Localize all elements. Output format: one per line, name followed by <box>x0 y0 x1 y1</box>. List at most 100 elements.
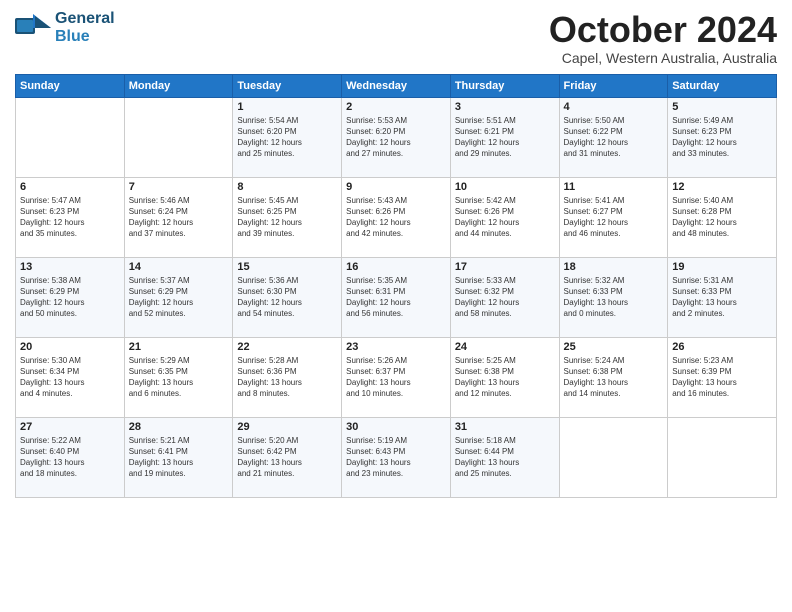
day-info: Sunrise: 5:47 AM Sunset: 6:23 PM Dayligh… <box>20 195 120 240</box>
calendar-table: Sunday Monday Tuesday Wednesday Thursday… <box>15 74 777 498</box>
day-info: Sunrise: 5:41 AM Sunset: 6:27 PM Dayligh… <box>564 195 664 240</box>
day-info: Sunrise: 5:26 AM Sunset: 6:37 PM Dayligh… <box>346 355 446 400</box>
table-row: 14Sunrise: 5:37 AM Sunset: 6:29 PM Dayli… <box>124 257 233 337</box>
day-info: Sunrise: 5:20 AM Sunset: 6:42 PM Dayligh… <box>237 435 337 480</box>
table-row <box>668 417 777 497</box>
logo: General Blue <box>15 10 115 45</box>
day-number: 17 <box>455 261 555 273</box>
day-info: Sunrise: 5:30 AM Sunset: 6:34 PM Dayligh… <box>20 355 120 400</box>
day-info: Sunrise: 5:43 AM Sunset: 6:26 PM Dayligh… <box>346 195 446 240</box>
day-info: Sunrise: 5:53 AM Sunset: 6:20 PM Dayligh… <box>346 115 446 160</box>
logo-icon <box>15 14 51 42</box>
day-number: 7 <box>129 181 229 193</box>
table-row: 10Sunrise: 5:42 AM Sunset: 6:26 PM Dayli… <box>450 177 559 257</box>
table-row: 12Sunrise: 5:40 AM Sunset: 6:28 PM Dayli… <box>668 177 777 257</box>
day-info: Sunrise: 5:51 AM Sunset: 6:21 PM Dayligh… <box>455 115 555 160</box>
day-number: 27 <box>20 421 120 433</box>
day-number: 28 <box>129 421 229 433</box>
day-info: Sunrise: 5:19 AM Sunset: 6:43 PM Dayligh… <box>346 435 446 480</box>
day-info: Sunrise: 5:28 AM Sunset: 6:36 PM Dayligh… <box>237 355 337 400</box>
table-row: 31 Sunrise: 5:18 AM Sunset: 6:44 PM Dayli… <box>450 417 559 497</box>
day-info: Sunrise: 5:18 AM Sunset: 6:44 PM Dayligh… <box>455 435 555 480</box>
header-sunday: Sunday <box>16 74 125 97</box>
day-number: 3 <box>455 101 555 113</box>
day-number: 11 <box>564 181 664 193</box>
table-row: 21Sunrise: 5:29 AM Sunset: 6:35 PM Dayli… <box>124 337 233 417</box>
day-number: 2 <box>346 101 446 113</box>
table-row: 26 Sunrise: 5:23 AM Sunset: 6:39 PM Dayli… <box>668 337 777 417</box>
day-number: 6 <box>20 181 120 193</box>
table-row: 20 Sunrise: 5:30 AM Sunset: 6:34 PM Dayli… <box>16 337 125 417</box>
table-row: 3 Sunrise: 5:51 AM Sunset: 6:21 PM Daylig… <box>450 97 559 177</box>
day-info: Sunrise: 5:38 AM Sunset: 6:29 PM Dayligh… <box>20 275 120 320</box>
table-row: 8 Sunrise: 5:45 AM Sunset: 6:25 PM Daylig… <box>233 177 342 257</box>
day-number: 18 <box>564 261 664 273</box>
day-info: Sunrise: 5:22 AM Sunset: 6:40 PM Dayligh… <box>20 435 120 480</box>
table-row: 22 Sunrise: 5:28 AM Sunset: 6:36 PM Dayli… <box>233 337 342 417</box>
table-row: 2 Sunrise: 5:53 AM Sunset: 6:20 PM Daylig… <box>342 97 451 177</box>
day-number: 31 <box>455 421 555 433</box>
table-row <box>559 417 668 497</box>
table-row: 27 Sunrise: 5:22 AM Sunset: 6:40 PM Dayli… <box>16 417 125 497</box>
table-row: 11 Sunrise: 5:41 AM Sunset: 6:27 PM Dayli… <box>559 177 668 257</box>
day-info: Sunrise: 5:45 AM Sunset: 6:25 PM Dayligh… <box>237 195 337 240</box>
day-info: Sunrise: 5:23 AM Sunset: 6:39 PM Dayligh… <box>672 355 772 400</box>
header-tuesday: Tuesday <box>233 74 342 97</box>
day-info: Sunrise: 5:50 AM Sunset: 6:22 PM Dayligh… <box>564 115 664 160</box>
table-row: 29 Sunrise: 5:20 AM Sunset: 6:42 PM Dayli… <box>233 417 342 497</box>
table-row: 16Sunrise: 5:35 AM Sunset: 6:31 PM Dayli… <box>342 257 451 337</box>
table-row: 18 Sunrise: 5:32 AM Sunset: 6:33 PM Dayli… <box>559 257 668 337</box>
logo-line2: Blue <box>55 28 115 46</box>
header-wednesday: Wednesday <box>342 74 451 97</box>
day-info: Sunrise: 5:32 AM Sunset: 6:33 PM Dayligh… <box>564 275 664 320</box>
table-row: 5 Sunrise: 5:49 AM Sunset: 6:23 PM Daylig… <box>668 97 777 177</box>
day-number: 23 <box>346 341 446 353</box>
day-info: Sunrise: 5:42 AM Sunset: 6:26 PM Dayligh… <box>455 195 555 240</box>
header-friday: Friday <box>559 74 668 97</box>
header: General Blue October 2024 Capel, Western… <box>15 10 777 66</box>
day-number: 5 <box>672 101 772 113</box>
day-info: Sunrise: 5:36 AM Sunset: 6:30 PM Dayligh… <box>237 275 337 320</box>
calendar-header: Sunday Monday Tuesday Wednesday Thursday… <box>16 74 777 97</box>
day-number: 29 <box>237 421 337 433</box>
table-row <box>16 97 125 177</box>
day-info: Sunrise: 5:54 AM Sunset: 6:20 PM Dayligh… <box>237 115 337 160</box>
day-number: 15 <box>237 261 337 273</box>
day-number: 20 <box>20 341 120 353</box>
table-row: 30 Sunrise: 5:19 AM Sunset: 6:43 PM Dayli… <box>342 417 451 497</box>
day-number: 24 <box>455 341 555 353</box>
table-row: 19 Sunrise: 5:31 AM Sunset: 6:33 PM Dayli… <box>668 257 777 337</box>
header-monday: Monday <box>124 74 233 97</box>
day-number: 19 <box>672 261 772 273</box>
table-row: 24 Sunrise: 5:25 AM Sunset: 6:38 PM Dayli… <box>450 337 559 417</box>
day-info: Sunrise: 5:49 AM Sunset: 6:23 PM Dayligh… <box>672 115 772 160</box>
day-number: 13 <box>20 261 120 273</box>
day-number: 4 <box>564 101 664 113</box>
table-row: 15 Sunrise: 5:36 AM Sunset: 6:30 PM Dayli… <box>233 257 342 337</box>
day-info: Sunrise: 5:35 AM Sunset: 6:31 PM Dayligh… <box>346 275 446 320</box>
day-number: 1 <box>237 101 337 113</box>
page: General Blue October 2024 Capel, Western… <box>0 0 792 612</box>
day-number: 22 <box>237 341 337 353</box>
day-number: 26 <box>672 341 772 353</box>
table-row: 23 Sunrise: 5:26 AM Sunset: 6:37 PM Dayli… <box>342 337 451 417</box>
table-row: 9Sunrise: 5:43 AM Sunset: 6:26 PM Daylig… <box>342 177 451 257</box>
table-row <box>124 97 233 177</box>
day-info: Sunrise: 5:24 AM Sunset: 6:38 PM Dayligh… <box>564 355 664 400</box>
day-info: Sunrise: 5:46 AM Sunset: 6:24 PM Dayligh… <box>129 195 229 240</box>
table-row: 1 Sunrise: 5:54 AM Sunset: 6:20 PM Daylig… <box>233 97 342 177</box>
day-info: Sunrise: 5:25 AM Sunset: 6:38 PM Dayligh… <box>455 355 555 400</box>
day-info: Sunrise: 5:31 AM Sunset: 6:33 PM Dayligh… <box>672 275 772 320</box>
table-row: 4 Sunrise: 5:50 AM Sunset: 6:22 PM Daylig… <box>559 97 668 177</box>
day-number: 12 <box>672 181 772 193</box>
logo-line1: General <box>55 10 115 28</box>
month-title: October 2024 <box>549 10 777 50</box>
day-number: 30 <box>346 421 446 433</box>
table-row: 13 Sunrise: 5:38 AM Sunset: 6:29 PM Dayli… <box>16 257 125 337</box>
day-info: Sunrise: 5:37 AM Sunset: 6:29 PM Dayligh… <box>129 275 229 320</box>
day-info: Sunrise: 5:33 AM Sunset: 6:32 PM Dayligh… <box>455 275 555 320</box>
table-row: 25Sunrise: 5:24 AM Sunset: 6:38 PM Dayli… <box>559 337 668 417</box>
table-row: 17 Sunrise: 5:33 AM Sunset: 6:32 PM Dayli… <box>450 257 559 337</box>
day-number: 8 <box>237 181 337 193</box>
table-row: 28Sunrise: 5:21 AM Sunset: 6:41 PM Dayli… <box>124 417 233 497</box>
